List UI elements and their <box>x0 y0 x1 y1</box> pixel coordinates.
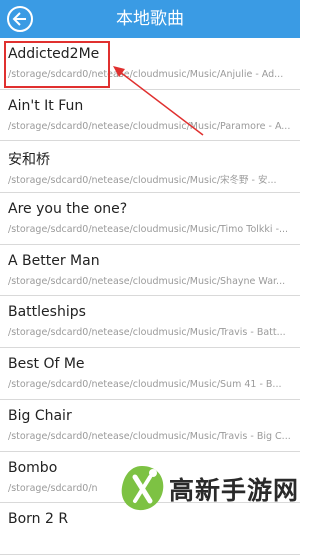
song-title: Born 2 R <box>8 511 69 528</box>
song-row[interactable]: 安和桥 /storage/sdcard0/netease/cloudmusic/… <box>0 141 300 194</box>
app-header: 本地歌曲 <box>0 0 300 38</box>
song-path: /storage/sdcard0/netease/cloudmusic/Musi… <box>8 379 282 391</box>
song-row[interactable]: Best Of Me /storage/sdcard0/netease/clou… <box>0 348 300 400</box>
song-title: 安和桥 <box>8 152 50 169</box>
watermark: 高新手游网 <box>115 463 300 516</box>
song-path: /storage/sdcard0/netease/cloudmusic/Musi… <box>8 120 291 132</box>
page-title: 本地歌曲 <box>116 9 184 29</box>
song-path: /storage/sdcard0/netease/cloudmusic/Musi… <box>8 430 291 442</box>
song-path: /storage/sdcard0/netease/cloudmusic/Musi… <box>8 275 286 287</box>
song-title: Big Chair <box>8 407 72 424</box>
song-title: Are you the one? <box>8 201 128 218</box>
song-title: Battleships <box>8 304 86 321</box>
song-title: Ain't It Fun <box>8 97 84 114</box>
song-row[interactable]: Ain't It Fun /storage/sdcard0/netease/cl… <box>0 89 300 142</box>
song-row[interactable]: Big Chair /storage/sdcard0/netease/cloud… <box>0 399 300 452</box>
song-title: Bombo <box>8 459 58 476</box>
highlight-box <box>4 41 110 88</box>
song-title: A Better Man <box>8 252 100 269</box>
song-path: /storage/sdcard0/netease/cloudmusic/Musi… <box>8 327 286 339</box>
watermark-text: 高新手游网 <box>169 476 300 505</box>
song-path: /storage/sdcard0/netease/cloudmusic/Musi… <box>8 175 277 187</box>
song-row[interactable]: A Better Man /storage/sdcard0/netease/cl… <box>0 244 300 297</box>
song-title: Best Of Me <box>8 356 85 373</box>
song-row[interactable]: Are you the one? /storage/sdcard0/neteas… <box>0 193 300 245</box>
song-path: /storage/sdcard0/netease/cloudmusic/Musi… <box>8 224 289 236</box>
watermark-logo-icon <box>121 466 164 511</box>
song-row[interactable]: Battleships /storage/sdcard0/netease/clo… <box>0 296 300 349</box>
